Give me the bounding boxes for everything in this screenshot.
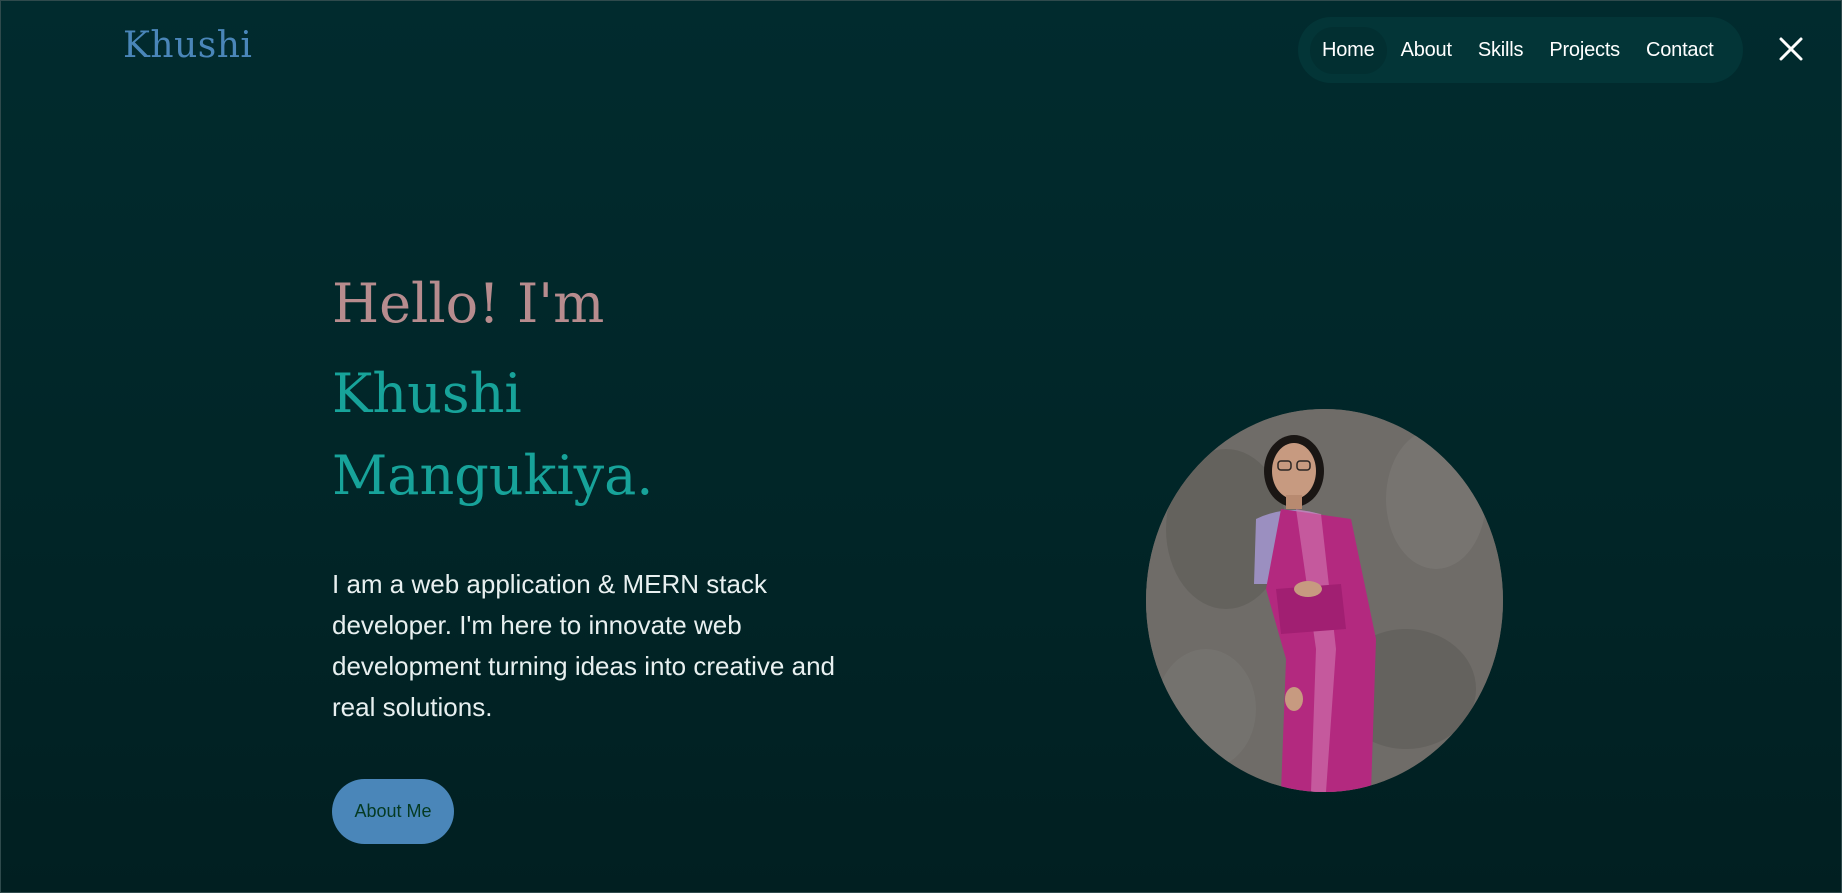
hero-name-last: Mangukiya. (332, 444, 654, 507)
close-icon[interactable] (1777, 35, 1805, 63)
nav-item-skills[interactable]: Skills (1466, 27, 1535, 74)
hero-greeting: Hello! I'm (332, 272, 605, 335)
hero-name: Khushi Mangukiya. (332, 353, 653, 517)
nav-item-projects[interactable]: Projects (1537, 27, 1632, 74)
main-nav: Home About Skills Projects Contact (1298, 17, 1743, 83)
nav-item-about[interactable]: About (1389, 27, 1464, 74)
hero-name-first: Khushi (332, 362, 522, 425)
logo[interactable]: Khushi (123, 25, 252, 66)
nav-item-home[interactable]: Home (1310, 26, 1387, 74)
hero-description: I am a web application & MERN stack deve… (332, 569, 835, 722)
about-me-button[interactable]: About Me (332, 779, 454, 844)
profile-photo (1146, 409, 1503, 792)
nav-item-contact[interactable]: Contact (1634, 27, 1726, 74)
